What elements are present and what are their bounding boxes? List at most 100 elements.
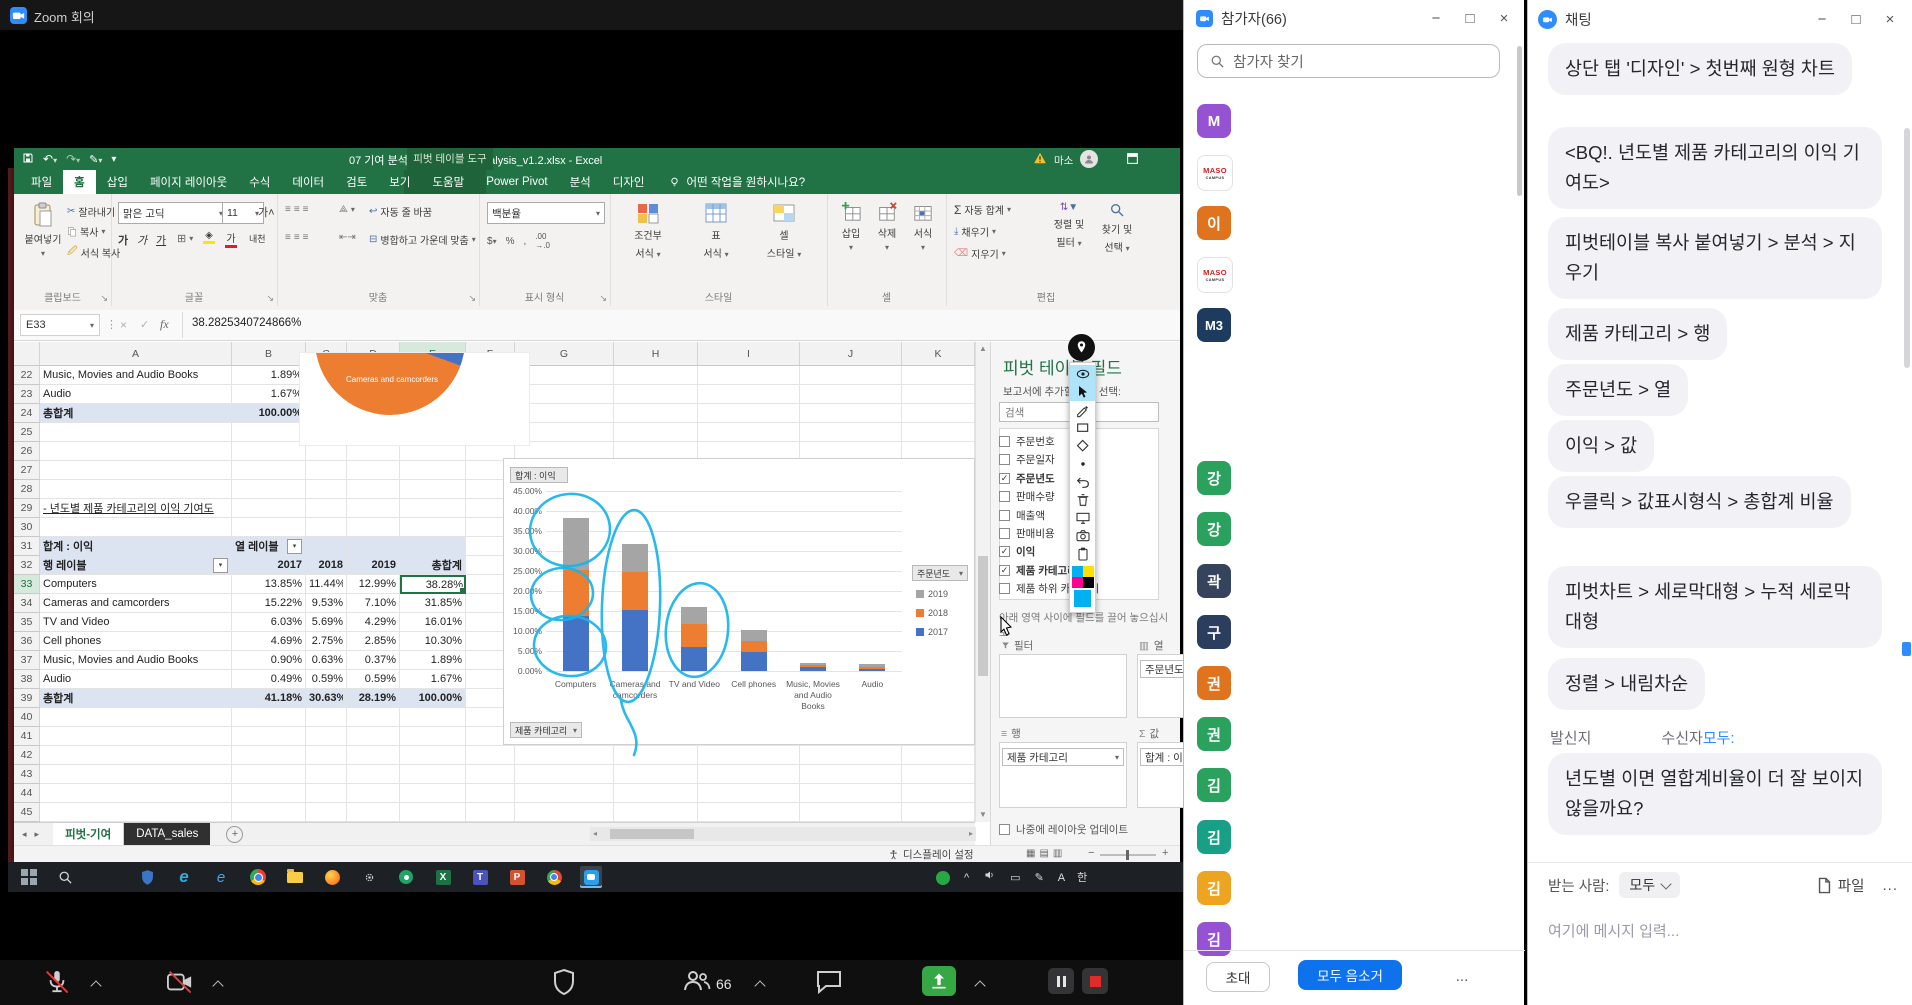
font-dialog-launcher[interactable]: ↘ xyxy=(266,293,274,304)
tab-파일[interactable]: 파일 xyxy=(20,170,63,194)
column-label-filter-dropdown[interactable]: ▾ xyxy=(287,539,302,554)
column-header-K[interactable]: K xyxy=(902,342,975,366)
participants-close-button[interactable]: × xyxy=(1487,5,1521,31)
cell-J22[interactable] xyxy=(800,366,902,385)
unchecked-checkbox[interactable] xyxy=(999,454,1010,465)
cell-B30[interactable] xyxy=(232,518,306,537)
share-screen-button[interactable] xyxy=(922,966,956,996)
column-header-A[interactable]: A xyxy=(40,342,232,366)
checked-checkbox[interactable]: ✓ xyxy=(999,546,1010,557)
cell-C27[interactable] xyxy=(306,461,347,480)
cell-A23[interactable]: Audio xyxy=(40,385,232,404)
cell-D40[interactable] xyxy=(347,708,400,727)
edge-browser-icon[interactable]: e xyxy=(173,866,195,888)
cell-K25[interactable] xyxy=(902,423,975,442)
cell-A43[interactable] xyxy=(40,765,232,784)
comma-style-icon[interactable]: , xyxy=(523,236,526,247)
number-dialog-launcher[interactable]: ↘ xyxy=(599,293,607,304)
underline-button[interactable]: 가 xyxy=(156,232,166,248)
cell-K24[interactable] xyxy=(902,404,975,423)
stamp-icon[interactable] xyxy=(1070,437,1095,455)
cell-K43[interactable] xyxy=(902,765,975,784)
settings-gear-icon[interactable] xyxy=(358,866,380,888)
cell-B38[interactable]: 0.49% xyxy=(232,670,306,689)
insert-cells-button[interactable]: 삽입▾ xyxy=(835,202,867,252)
hscroll-left-arrow[interactable]: ◂ xyxy=(593,829,597,838)
annotation-pointer-icon[interactable] xyxy=(1068,334,1095,361)
cell-B35[interactable]: 6.03% xyxy=(232,613,306,632)
tab-삽입[interactable]: 삽입 xyxy=(96,170,139,194)
cell-F43[interactable] xyxy=(466,765,515,784)
row-header-38[interactable]: 38 xyxy=(14,670,40,689)
cell-E37[interactable]: 1.89% xyxy=(400,651,466,670)
cell-H42[interactable] xyxy=(614,746,698,765)
cell-B29[interactable] xyxy=(232,499,306,518)
active-color-swatch[interactable] xyxy=(1074,590,1091,607)
row-header-35[interactable]: 35 xyxy=(14,613,40,632)
cell-H25[interactable] xyxy=(614,423,698,442)
sheet-tab-active[interactable]: 피벗-기여 xyxy=(53,823,124,846)
video-options-chevron[interactable] xyxy=(214,978,222,990)
row-header-27[interactable]: 27 xyxy=(14,461,40,480)
cell-E28[interactable] xyxy=(400,480,466,499)
tell-me-box[interactable]: 어떤 작업을 원하시나요? xyxy=(668,174,806,190)
cell-A26[interactable] xyxy=(40,442,232,461)
cell-E43[interactable] xyxy=(400,765,466,784)
cell-A36[interactable]: Cell phones xyxy=(40,632,232,651)
save-icon[interactable] xyxy=(22,152,34,167)
column-header-J[interactable]: J xyxy=(800,342,902,366)
clear-button[interactable]: ⌫지우기▾ xyxy=(954,246,1006,261)
view-mode-icons[interactable]: ▦▤▥ xyxy=(1026,848,1066,859)
phonetic-button[interactable]: 내천 xyxy=(249,232,266,245)
pie-chart[interactable]: Cameras and camcorders xyxy=(299,352,530,446)
mic-options-chevron[interactable] xyxy=(92,978,100,990)
screenshot-camera-icon[interactable] xyxy=(1070,527,1095,545)
row-field-chip[interactable]: 제품 카테고리▾ xyxy=(1002,748,1124,766)
paste-button[interactable]: 붙여넣기▾ xyxy=(22,202,64,258)
row-header-42[interactable]: 42 xyxy=(14,746,40,765)
cell-G44[interactable] xyxy=(515,784,614,803)
row-header-29[interactable]: 29 xyxy=(14,499,40,518)
mute-button[interactable] xyxy=(40,968,74,996)
find-select-button[interactable]: 찾기 및선택 ▾ xyxy=(1096,202,1138,254)
accounting-format-icon[interactable]: $▾ xyxy=(487,236,497,247)
name-box[interactable]: E33▾ xyxy=(20,314,100,336)
filter-area-box[interactable] xyxy=(999,654,1127,718)
presentation-app-icon[interactable]: P xyxy=(506,866,528,888)
cell-J44[interactable] xyxy=(800,784,902,803)
tab-도움말[interactable]: 도움말 xyxy=(421,170,475,194)
trash-icon[interactable] xyxy=(1070,491,1095,509)
cell-C32[interactable]: 2018 xyxy=(306,556,347,575)
cell-A37[interactable]: Music, Movies and Audio Books xyxy=(40,651,232,670)
cell-A31[interactable]: 합계 : 이익 xyxy=(40,537,232,556)
chat-more-button[interactable]: ... xyxy=(1882,877,1898,894)
chat-close-button[interactable]: × xyxy=(1873,6,1907,32)
cell-A32[interactable]: 행 레이블▾ xyxy=(40,556,232,575)
bar-segment-2017-5[interactable] xyxy=(859,669,885,671)
column-header-I[interactable]: I xyxy=(698,342,800,366)
row-header-39[interactable]: 39 xyxy=(14,689,40,708)
cell-J45[interactable] xyxy=(800,803,902,822)
messenger-app-icon[interactable] xyxy=(580,866,602,888)
row-header-44[interactable]: 44 xyxy=(14,784,40,803)
cell-D36[interactable]: 2.85% xyxy=(347,632,400,651)
warning-icon[interactable] xyxy=(1033,151,1047,168)
participant-avatar-강[interactable]: 강 xyxy=(1197,461,1231,495)
cell-D34[interactable]: 7.10% xyxy=(347,594,400,613)
sheet-nav-left-icon[interactable]: ◂ xyxy=(22,829,27,840)
checked-checkbox[interactable]: ✓ xyxy=(999,473,1010,484)
cell-E33[interactable]: 38.28% xyxy=(400,575,466,594)
tray-speaker-icon[interactable] xyxy=(983,872,996,884)
clipboard-icon[interactable] xyxy=(1070,545,1095,563)
undo-icon[interactable]: ↶▾ xyxy=(43,152,57,166)
participants-maximize-button[interactable]: □ xyxy=(1453,5,1487,31)
tray-pen-icon[interactable]: ✎ xyxy=(1035,872,1044,884)
cell-D27[interactable] xyxy=(347,461,400,480)
file-explorer-icon[interactable] xyxy=(284,866,306,888)
tab-수식[interactable]: 수식 xyxy=(238,170,281,194)
cell-I44[interactable] xyxy=(698,784,800,803)
font-color-button[interactable]: 가 xyxy=(225,230,237,248)
cell-C43[interactable] xyxy=(306,765,347,784)
cell-B43[interactable] xyxy=(232,765,306,784)
chart-value-field-button[interactable]: 합계 : 이익 xyxy=(510,467,568,483)
